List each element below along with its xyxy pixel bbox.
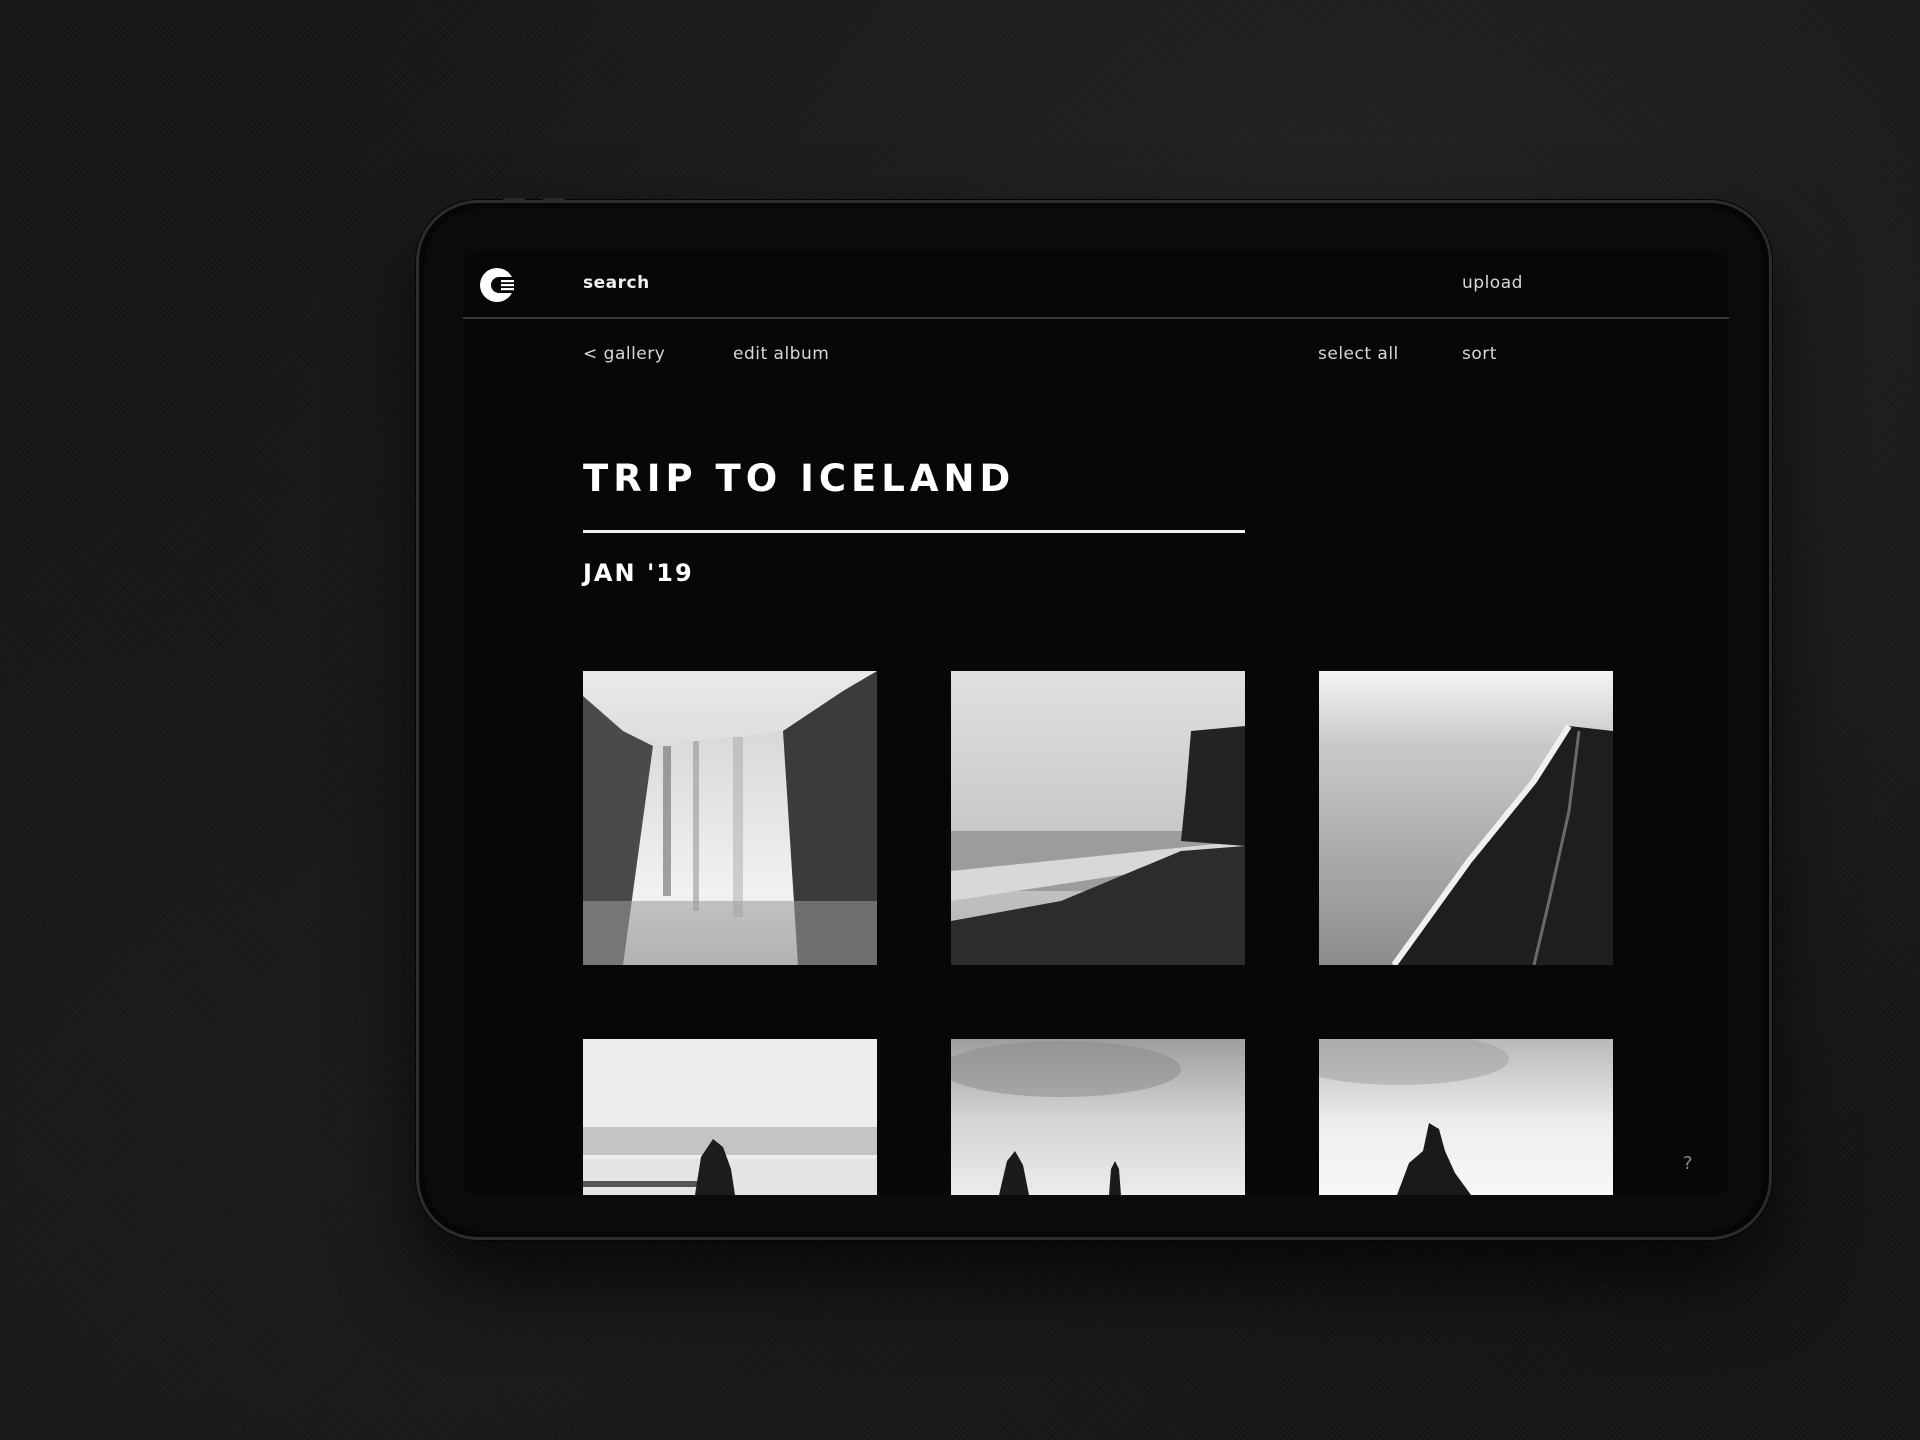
photo-thumbnail-sea-stack-sky[interactable] bbox=[1319, 1039, 1613, 1195]
tablet-hardware-button bbox=[503, 198, 525, 202]
tablet-hardware-button bbox=[543, 198, 565, 202]
photo-thumbnail-sea-stacks-cloudy[interactable] bbox=[951, 1039, 1245, 1195]
edit-album-button[interactable]: edit album bbox=[733, 344, 829, 364]
photo-thumbnail-aerial-coast[interactable] bbox=[1319, 671, 1613, 965]
photo-thumbnail-beach-cliff[interactable] bbox=[951, 671, 1245, 965]
select-all-button[interactable]: select all bbox=[1318, 344, 1399, 364]
album-title: TRIP TO ICELAND bbox=[583, 457, 1016, 500]
photo-thumbnail-waterfall[interactable] bbox=[583, 671, 877, 965]
title-divider bbox=[583, 530, 1245, 533]
sort-button[interactable]: sort bbox=[1462, 344, 1497, 364]
c-logo-icon[interactable] bbox=[478, 266, 516, 304]
back-to-gallery-link[interactable]: < gallery bbox=[583, 344, 665, 364]
top-bar: search upload bbox=[463, 251, 1729, 319]
tablet-frame: search upload < gallery edit album selec… bbox=[416, 198, 1772, 1240]
app-screen: search upload < gallery edit album selec… bbox=[463, 251, 1729, 1195]
album-date: JAN '19 bbox=[583, 559, 694, 587]
help-icon[interactable]: ? bbox=[1683, 1153, 1693, 1174]
search-button[interactable]: search bbox=[583, 273, 650, 293]
upload-button[interactable]: upload bbox=[1462, 273, 1523, 293]
photo-thumbnail-sea-stack-shore[interactable] bbox=[583, 1039, 877, 1195]
